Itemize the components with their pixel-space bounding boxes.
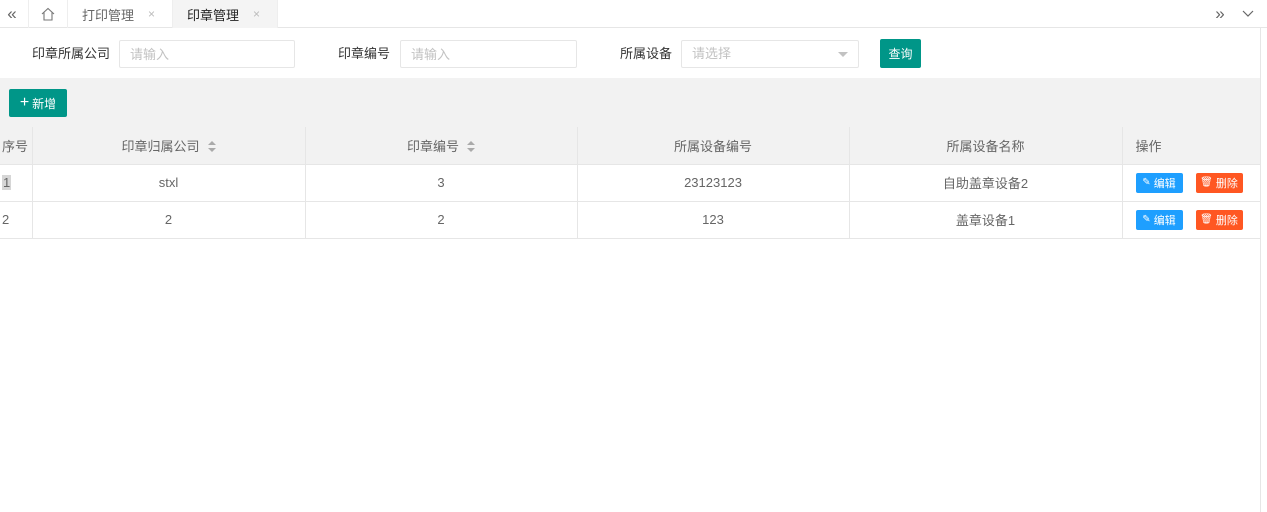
table-toolbar: + 新增 — [0, 78, 1260, 127]
company-label: 印章所属公司 — [32, 46, 111, 61]
close-icon[interactable]: × — [148, 7, 155, 21]
delete-label: 删除 — [1215, 177, 1238, 190]
delete-label: 删除 — [1215, 214, 1238, 227]
company-input[interactable] — [119, 40, 295, 68]
tab-label: 打印管理 — [82, 7, 135, 23]
add-button-label: 新增 — [32, 96, 57, 111]
tabs-prev-icon[interactable]: « — [0, 0, 24, 28]
device-select-placeholder: 请选择 — [692, 46, 732, 61]
cell-company: stxl — [32, 164, 306, 202]
edit-button[interactable]: ✎ 编辑 — [1135, 172, 1183, 193]
vertical-scrollbar[interactable] — [1260, 28, 1267, 512]
chevron-down-icon[interactable] — [1235, 0, 1261, 28]
header-company-label: 印章归属公司 — [121, 138, 200, 154]
edit-button[interactable]: ✎ 编辑 — [1135, 209, 1183, 230]
cell-device-code: 23123123 — [577, 164, 850, 202]
home-icon[interactable] — [28, 0, 68, 28]
header-code-label: 印章编号 — [406, 138, 459, 154]
cell-ops: ✎ 编辑 🗑 删除 — [1122, 164, 1260, 202]
tab-bar: « 打印管理 × 印章管理 × » — [0, 0, 1267, 28]
cell-device-name: 自助盖章设备2 — [849, 164, 1123, 202]
cell-device-name: 盖章设备1 — [849, 201, 1123, 239]
cell-ops: ✎ 编辑 🗑 删除 — [1122, 201, 1260, 239]
header-code[interactable]: 印章编号 — [305, 127, 578, 165]
code-input[interactable] — [400, 40, 577, 68]
trash-icon: 🗑 — [1200, 214, 1213, 225]
table-row[interactable]: 1 stxl 3 23123123 自助盖章设备2 ✎ 编辑 🗑 删除 — [0, 164, 1260, 202]
delete-button[interactable]: 🗑 删除 — [1195, 209, 1243, 230]
code-label: 印章编号 — [338, 46, 391, 61]
delete-button[interactable]: 🗑 删除 — [1195, 172, 1243, 193]
cell-company: 2 — [32, 201, 306, 239]
pencil-icon: ✎ — [1142, 177, 1151, 188]
table-row[interactable]: 2 2 2 123 盖章设备1 ✎ 编辑 🗑 删除 — [0, 201, 1260, 239]
cell-index: 1 — [0, 164, 33, 202]
seal-table: 序号 印章归属公司 印章编号 所属设备编号 所属设备名称 操作 1 stxl 3… — [0, 127, 1260, 239]
header-ops: 操作 — [1122, 127, 1260, 165]
tab-label: 印章管理 — [187, 7, 240, 23]
header-index: 序号 — [0, 127, 33, 165]
edit-label: 编辑 — [1153, 177, 1176, 190]
edit-label: 编辑 — [1153, 214, 1176, 227]
tab-print-management[interactable]: 打印管理 × — [68, 0, 173, 28]
cell-code: 3 — [305, 164, 578, 202]
header-device-name: 所属设备名称 — [849, 127, 1123, 165]
pencil-icon: ✎ — [1142, 214, 1151, 225]
plus-icon: + — [19, 94, 30, 111]
caret-down-icon — [838, 52, 848, 57]
add-button[interactable]: + 新增 — [9, 89, 67, 117]
sort-icon[interactable] — [467, 141, 475, 153]
tab-seal-management[interactable]: 印章管理 × — [173, 0, 278, 28]
header-company[interactable]: 印章归属公司 — [32, 127, 306, 165]
search-form: 印章所属公司 印章编号 所属设备 请选择 查询 — [0, 28, 1260, 78]
cell-device-code: 123 — [577, 201, 850, 239]
tabs-next-icon[interactable]: » — [1207, 0, 1233, 28]
cell-index-value: 1 — [2, 175, 12, 190]
trash-icon: 🗑 — [1200, 177, 1213, 188]
device-select[interactable]: 请选择 — [681, 40, 859, 68]
device-label: 所属设备 — [620, 46, 673, 61]
chevron-down-svg — [1242, 10, 1254, 17]
close-icon[interactable]: × — [253, 7, 260, 21]
sort-icon[interactable] — [207, 141, 216, 153]
home-icon-svg — [41, 7, 55, 21]
cell-code: 2 — [305, 201, 578, 239]
table-header-row: 序号 印章归属公司 印章编号 所属设备编号 所属设备名称 操作 — [0, 127, 1260, 165]
header-device-code: 所属设备编号 — [577, 127, 850, 165]
cell-index: 2 — [0, 201, 33, 239]
query-button[interactable]: 查询 — [880, 39, 921, 68]
